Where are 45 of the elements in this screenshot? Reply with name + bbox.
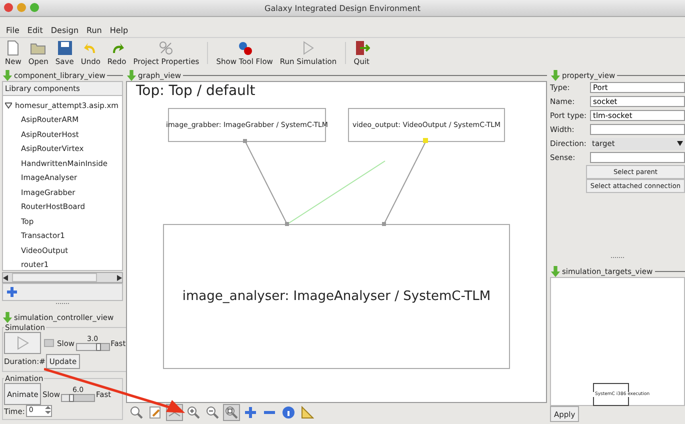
text-field[interactable]	[590, 124, 685, 135]
speed-slider[interactable]	[61, 394, 96, 402]
zoom-button[interactable]	[30, 3, 39, 12]
toolbar-icon	[354, 40, 370, 56]
menu-item[interactable]: Help	[110, 26, 128, 34]
arrow-down-icon	[550, 266, 561, 277]
ruler-icon[interactable]	[299, 404, 316, 421]
close-button[interactable]	[4, 3, 13, 12]
menu-item[interactable]: File	[6, 26, 20, 34]
toolbar-icon	[5, 40, 22, 56]
zoom-out-icon[interactable]	[204, 404, 221, 421]
zoom-in-icon[interactable]	[185, 404, 202, 421]
play-icon	[16, 336, 30, 350]
toolbar-icon	[56, 40, 73, 56]
play-button[interactable]	[4, 332, 41, 354]
scroll-right-icon[interactable]	[117, 274, 122, 280]
toolbar-icon	[158, 40, 174, 56]
caret-icon	[677, 141, 683, 146]
arrow-down-icon	[126, 70, 137, 81]
spin-arrows-icon[interactable]	[44, 406, 51, 414]
port-marker[interactable]	[423, 138, 428, 143]
text-field[interactable]	[590, 152, 685, 163]
arrow-down-icon	[2, 70, 13, 81]
plus-icon	[7, 287, 17, 297]
component-node[interactable]: image_analyser: ImageAnalyser / SystemC-TLM	[163, 224, 510, 369]
plus-icon[interactable]	[242, 404, 259, 421]
search-icon[interactable]	[128, 404, 145, 421]
info-icon[interactable]	[280, 404, 297, 421]
speed-slider[interactable]	[76, 343, 110, 351]
port-marker[interactable]	[382, 222, 386, 226]
arrow-down-icon	[2, 312, 13, 323]
graph-title: Top: Top / default	[136, 83, 256, 99]
port-marker[interactable]	[243, 139, 247, 143]
arrow-down-icon	[550, 70, 561, 81]
zoom-fit-icon[interactable]	[223, 404, 240, 421]
toolbar-icon	[236, 40, 253, 56]
scroll-left-icon[interactable]	[3, 274, 8, 280]
scrollbar[interactable]	[2, 272, 123, 283]
window-title: Galaxy Integrated Design Environment	[264, 4, 420, 12]
port-marker[interactable]	[285, 222, 289, 226]
menu-item[interactable]: Edit	[27, 26, 43, 34]
menu-item[interactable]: Design	[50, 26, 79, 34]
menu-item[interactable]: Run	[86, 26, 102, 34]
add-button[interactable]	[2, 283, 123, 301]
collapse-icon[interactable]	[5, 102, 12, 109]
